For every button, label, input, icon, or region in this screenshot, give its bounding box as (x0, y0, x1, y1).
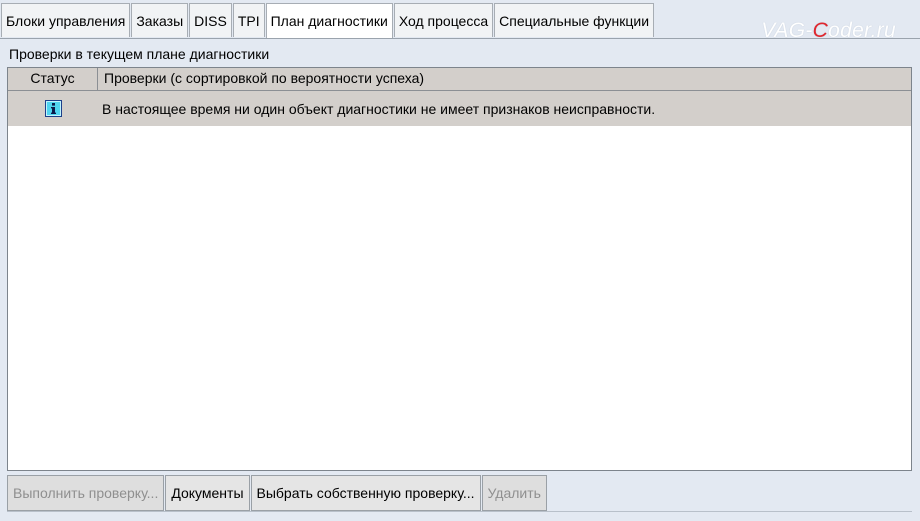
action-bar: Выполнить проверку... Документы Выбрать … (7, 475, 548, 511)
select-own-check-button[interactable]: Выбрать собственную проверку... (250, 475, 481, 511)
tab-process-progress[interactable]: Ход процесса (393, 3, 494, 37)
run-check-button[interactable]: Выполнить проверку... (7, 475, 165, 511)
delete-button[interactable]: Удалить (481, 475, 547, 511)
table-header: Статус Проверки (с сортировкой по вероят… (8, 68, 911, 91)
tab-orders[interactable]: Заказы (131, 3, 189, 37)
column-header-checks[interactable]: Проверки (с сортировкой по вероятности у… (98, 68, 911, 90)
watermark-suffix: oder.ru (828, 19, 896, 42)
table-row[interactable]: В настоящее время ни один объект диагнос… (8, 91, 911, 126)
divider (7, 511, 912, 512)
tab-diss[interactable]: DISS (189, 3, 232, 37)
watermark-prefix: VAG- (761, 19, 813, 42)
tab-bar: Блоки управления Заказы DISS TPI План ди… (0, 0, 920, 42)
tab-diagnostic-plan[interactable]: План диагностики (265, 3, 393, 38)
watermark-accent: C (812, 19, 829, 42)
checks-table: Статус Проверки (с сортировкой по вероят… (7, 67, 912, 471)
section-title: Проверки в текущем плане диагностики (9, 46, 270, 62)
status-cell (8, 100, 98, 117)
tab-control-units[interactable]: Блоки управления (1, 3, 131, 37)
tab-special-functions[interactable]: Специальные функции (494, 3, 655, 37)
row-text: В настоящее время ни один объект диагнос… (102, 100, 656, 117)
watermark-logo: VAG-Coder.ru (761, 19, 896, 43)
tab-list: Блоки управления Заказы DISS TPI План ди… (1, 3, 655, 38)
tab-tpi[interactable]: TPI (232, 3, 265, 37)
column-header-status[interactable]: Статус (8, 68, 98, 90)
documents-button[interactable]: Документы (165, 475, 250, 511)
info-icon (44, 100, 62, 117)
